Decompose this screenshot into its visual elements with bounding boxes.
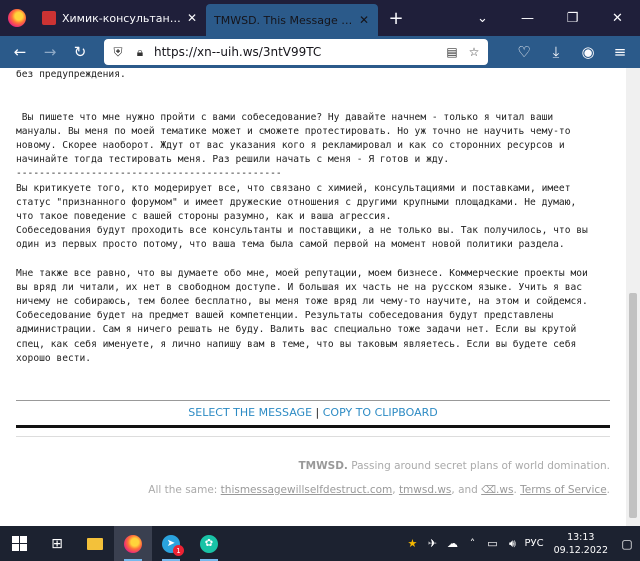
taskbar-firefox-icon[interactable] (114, 526, 152, 561)
notifications-icon[interactable]: ▢ (618, 537, 636, 551)
window-controls: ⌄ — ❐ ✕ (460, 0, 640, 36)
star-tray-icon[interactable]: ★ (404, 537, 420, 550)
close-icon[interactable]: ✕ (184, 11, 200, 25)
separator: | (315, 406, 320, 419)
download-icon[interactable]: ⤓ (542, 38, 570, 66)
select-message-link[interactable]: SELECT THE MESSAGE (188, 406, 312, 419)
clock-date: 09.12.2022 (553, 544, 608, 556)
tab-rutor[interactable]: Химик-консультант | RuTOR – главная ✕ (34, 0, 206, 36)
message-line: вы вряд ли читали, их нет в свободном до… (16, 281, 583, 293)
chevron-up-icon[interactable]: ˄ (464, 537, 480, 550)
firefox-menu-icon[interactable] (0, 0, 34, 36)
shield-icon[interactable]: ⛨ (110, 45, 126, 60)
navigation-bar: ← → ↻ ⛨ 🔒︎ https://xn--uih.ws/3ntV99TC ▤… (0, 36, 640, 68)
close-icon[interactable]: ✕ (356, 13, 372, 27)
message-line: что такое поведение с вашей стороны разу… (16, 210, 392, 222)
notification-badge: 1 (173, 545, 184, 556)
divider (16, 436, 610, 437)
footer-links: All the same: thismessagewillselfdestruc… (148, 484, 610, 496)
system-tray: ★ ✈ ☁ ˄ ▭ 🔊︎ РУС 13:13 09.12.2022 ▢ (404, 531, 640, 557)
message-line: статус "признанного форумом" и имеет дру… (16, 196, 577, 208)
message-line: Вы пишете что мне нужно пройти с вами со… (16, 111, 554, 123)
windows-taskbar: ⊞ ➤ 1 ✿ ★ ✈ ☁ ˄ ▭ 🔊︎ РУС 13:13 09.12.2022… (0, 526, 640, 561)
footer-link-tmwsd-ws[interactable]: tmwsd.ws (399, 484, 451, 496)
divider (16, 400, 610, 401)
message-line: без предупреждения. (16, 69, 126, 80)
message-line: ----------------------------------------… (16, 168, 282, 180)
account-icon[interactable]: ◉ (574, 38, 602, 66)
message-line: Собеседования будут проходить все консул… (16, 225, 588, 237)
message-line: Вы критикуете того, кто модерирует все, … (16, 182, 571, 194)
message-line: один из первых просто потому, что ваша т… (16, 239, 565, 251)
tab-tmwsd[interactable]: TMWSD. This Message Will Self-Destruct ✕ (206, 4, 378, 36)
restore-icon[interactable]: ❐ (550, 0, 595, 36)
chevron-down-icon[interactable]: ⌄ (460, 0, 505, 36)
close-window-icon[interactable]: ✕ (595, 0, 640, 36)
message-line: администрации. Сам я ничего решать не бу… (16, 324, 577, 336)
back-button[interactable]: ← (6, 38, 34, 66)
scrollbar[interactable] (626, 68, 640, 526)
message-line: Собеседование будет на предмет вашей ком… (16, 310, 554, 322)
pocket-icon[interactable]: ♡ (510, 38, 538, 66)
volume-icon[interactable]: 🔊︎ (504, 537, 520, 551)
footer-link-emoji-ws[interactable]: ⌫.ws (481, 484, 513, 496)
reader-view-icon[interactable]: ▤ (444, 45, 460, 59)
tab-title: Химик-консультант | RuTOR – главная (62, 11, 184, 25)
footer-link-tmwsd-com[interactable]: thismessagewillselfdestruct.com (221, 484, 393, 496)
message-line: начинайте тогда тестировать меня. Раз ре… (16, 154, 450, 166)
new-tab-button[interactable]: + (378, 0, 414, 36)
taskbar-telegram-icon[interactable]: ➤ 1 (152, 526, 190, 561)
reload-button[interactable]: ↻ (66, 38, 94, 66)
clock[interactable]: 13:13 09.12.2022 (548, 531, 614, 557)
footer-tagline: TMWSD. Passing around secret plans of wo… (298, 460, 610, 472)
brand-name: TMWSD. (298, 460, 348, 472)
message-line (16, 252, 610, 266)
scrollbar-thumb[interactable] (629, 293, 637, 518)
divider-thick (16, 425, 610, 428)
cloud-tray-icon[interactable]: ☁ (444, 537, 460, 550)
message-line: ничему не собираюсь, тем более бесплатно… (16, 296, 588, 307)
url-text[interactable]: https://xn--uih.ws/3ntV99TC (154, 45, 438, 59)
forward-button[interactable]: → (36, 38, 64, 66)
file-explorer-icon[interactable] (76, 526, 114, 561)
message-line: хорошо вести. (16, 352, 92, 364)
message-line: мануалы. Вы меня по моей тематике может … (16, 125, 571, 137)
task-view-icon[interactable]: ⊞ (38, 526, 76, 561)
rutor-favicon-icon (42, 11, 56, 25)
address-bar[interactable]: ⛨ 🔒︎ https://xn--uih.ws/3ntV99TC ▤ ☆ (104, 39, 488, 65)
message-line: Мне также все равно, что вы думаете обо … (16, 267, 588, 279)
footer-link-terms[interactable]: Terms of Service (520, 484, 607, 496)
menu-icon[interactable]: ≡ (606, 38, 634, 66)
lock-icon[interactable]: 🔒︎ (132, 45, 148, 60)
start-button[interactable] (0, 526, 38, 561)
page-content: без предупреждения. Вы пишете что мне ну… (0, 68, 626, 526)
bookmark-star-icon[interactable]: ☆ (466, 45, 482, 59)
clock-time: 13:13 (567, 531, 595, 543)
message-line: новому. Скорее наоборот. Ждут от вас ука… (16, 139, 565, 151)
language-indicator[interactable]: РУС (524, 538, 543, 549)
taskbar-chatgpt-icon[interactable]: ✿ (190, 526, 228, 561)
message-line: спец, как себя именуете, я лично напишу … (16, 338, 577, 350)
message-text: без предупреждения. Вы пишете что мне ну… (16, 68, 610, 366)
copy-to-clipboard-link[interactable]: COPY TO CLIPBOARD (323, 406, 438, 419)
message-line (16, 96, 610, 110)
message-actions: SELECT THE MESSAGE | COPY TO CLIPBOARD (16, 406, 610, 419)
tab-strip: Химик-консультант | RuTOR – главная ✕ TM… (0, 0, 640, 36)
network-icon[interactable]: ▭ (484, 537, 500, 550)
tab-title: TMWSD. This Message Will Self-Destruct (214, 13, 356, 27)
telegram-tray-icon[interactable]: ✈ (424, 537, 440, 550)
minimize-icon[interactable]: — (505, 0, 550, 36)
message-line (16, 82, 610, 96)
